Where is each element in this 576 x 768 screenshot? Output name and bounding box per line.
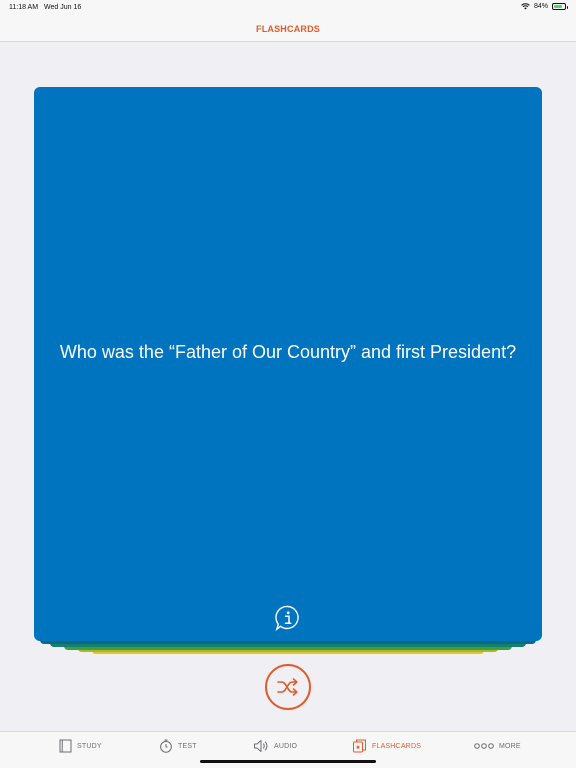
more-icon — [474, 743, 494, 749]
tab-flashcards[interactable]: FLASHCARDS — [352, 738, 421, 754]
page-title: FLASHCARDS — [256, 23, 320, 34]
tab-audio[interactable]: AUDIO — [253, 738, 297, 754]
book-icon — [59, 739, 72, 753]
tab-study[interactable]: STUDY — [59, 738, 102, 754]
wifi-icon — [521, 3, 530, 10]
info-icon — [275, 605, 299, 632]
status-bar: 11:18 AM Wed Jun 16 84% — [0, 0, 576, 16]
speaker-icon — [254, 740, 268, 752]
tab-label: AUDIO — [274, 742, 298, 750]
status-date: Wed Jun 16 — [44, 4, 82, 11]
tab-label: STUDY — [77, 742, 102, 750]
shuffle-button[interactable] — [265, 664, 311, 710]
flashcards-icon — [353, 739, 366, 753]
shuffle-icon — [277, 678, 298, 696]
info-button[interactable] — [274, 604, 302, 632]
flashcard[interactable]: Who was the “Father of Our Country” and … — [34, 87, 542, 641]
nav-bar: FLASHCARDS — [0, 16, 576, 42]
tab-label: TEST — [178, 742, 197, 750]
tab-more[interactable]: MORE — [474, 738, 521, 754]
home-indicator[interactable] — [200, 760, 376, 763]
flashcard-deck: Who was the “Father of Our Country” and … — [34, 87, 542, 657]
tab-label: MORE — [499, 742, 521, 750]
battery-fill — [554, 5, 563, 8]
battery-icon — [552, 3, 568, 10]
tab-label: FLASHCARDS — [372, 742, 422, 750]
status-indicators: 84% — [521, 3, 568, 10]
stopwatch-icon — [160, 739, 172, 753]
tab-test[interactable]: TEST — [159, 738, 197, 754]
flashcard-question: Who was the “Father of Our Country” and … — [59, 342, 517, 363]
battery-percent: 84% — [533, 3, 548, 10]
status-time: 11:18 AM — [9, 4, 39, 11]
